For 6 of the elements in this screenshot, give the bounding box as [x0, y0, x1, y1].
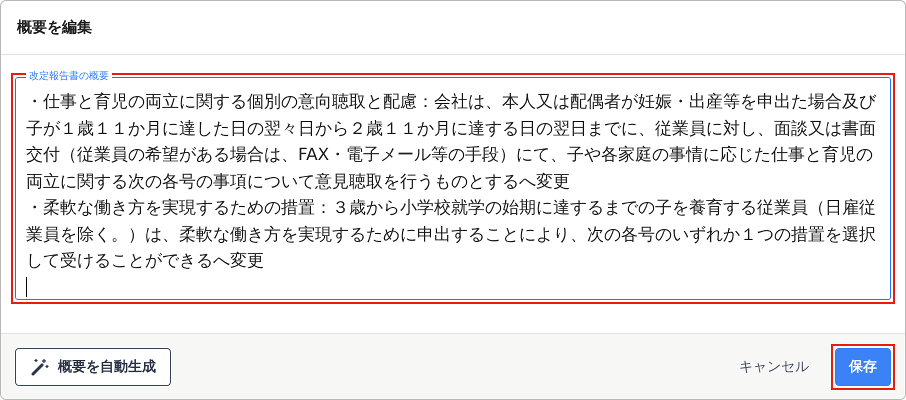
- save-button[interactable]: 保存: [835, 348, 891, 386]
- field-label: 改定報告書の概要: [26, 71, 112, 83]
- cancel-button[interactable]: キャンセル: [729, 350, 819, 384]
- dialog-title: 概要を編集: [17, 18, 92, 37]
- generate-button[interactable]: 概要を自動生成: [15, 348, 171, 386]
- magic-wand-icon: [30, 356, 50, 376]
